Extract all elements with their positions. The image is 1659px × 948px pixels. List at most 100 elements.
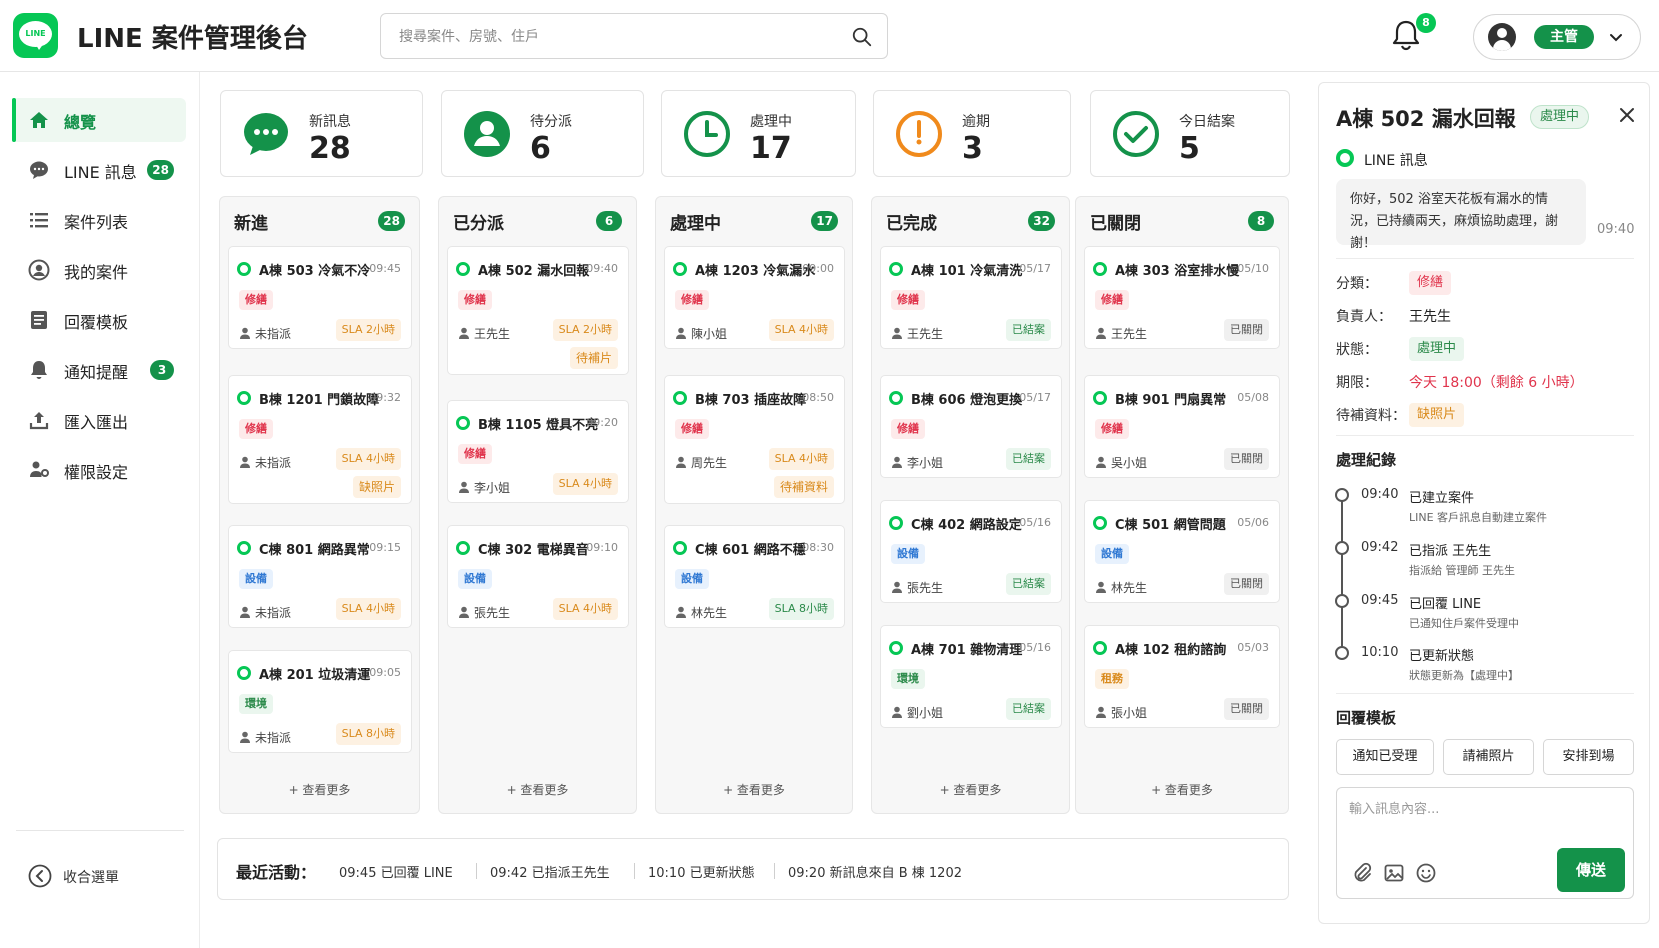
case-card[interactable]: B棟 1105 燈具不亮 09:20 修繕 李小姐 SLA 4小時	[447, 400, 629, 503]
template-button-acknowledged[interactable]: 通知已受理	[1336, 739, 1434, 775]
stat-value: 6	[530, 131, 551, 166]
person-icon	[464, 111, 510, 157]
search-icon[interactable]	[851, 26, 873, 48]
see-more-link[interactable]: + 查看更多	[220, 781, 419, 798]
stat-pending-assign[interactable]: 待分派 6	[441, 90, 644, 177]
stat-overdue[interactable]: 逾期 3	[873, 90, 1071, 177]
case-card[interactable]: C棟 601 網路不穩 08:30 設備 林先生 SLA 8小時	[664, 525, 845, 628]
assignee: 王先生	[474, 327, 511, 341]
see-more-link[interactable]: + 查看更多	[872, 781, 1069, 798]
activity-item[interactable]: 09:20 新訊息來自 B 棟 1202	[788, 862, 962, 881]
status-badge: 已結案	[1006, 573, 1051, 595]
category-tag: 修繕	[891, 419, 925, 439]
sidebar-item-permissions[interactable]: 權限設定	[12, 448, 186, 492]
category-tag: 環境	[891, 669, 925, 689]
notification-count-badge: 3	[150, 360, 174, 380]
status-badge: 已關閉	[1224, 698, 1269, 720]
line-logo: LINE	[13, 13, 58, 58]
close-icon[interactable]	[1617, 105, 1637, 125]
attachment-icon[interactable]	[1351, 862, 1373, 884]
line-source-icon	[889, 641, 903, 655]
collapse-menu-button[interactable]: 收合選單	[28, 862, 178, 892]
activity-item[interactable]: 10:10 已更新狀態	[648, 862, 755, 881]
case-card[interactable]: B棟 1201 門鎖故障 09:32 修繕 未指派 SLA 4小時 缺照片	[228, 375, 412, 504]
templates-title: 回覆模板	[1336, 709, 1397, 727]
emoji-icon[interactable]	[1415, 862, 1437, 884]
case-card[interactable]: C棟 501 網管問題 05/06 設備 林先生 已關閉	[1084, 500, 1280, 603]
sidebar-item-overview[interactable]: 總覽	[12, 98, 186, 142]
user-menu[interactable]: 主管	[1473, 14, 1641, 60]
case-card[interactable]: B棟 703 插座故障 08:50 修繕 周先生 SLA 4小時 待補資料	[664, 375, 845, 504]
person-icon	[459, 481, 469, 493]
assignee-value[interactable]: 王先生	[1409, 306, 1451, 326]
search-input[interactable]	[399, 25, 839, 49]
case-title: C棟 601 網路不穩	[695, 543, 806, 558]
case-time: 09:32	[369, 391, 401, 404]
case-card[interactable]: B棟 901 門扇異常 05/08 修繕 吳小姐 已關閉	[1084, 375, 1280, 478]
case-time: 08:50	[802, 391, 834, 404]
case-card[interactable]: C棟 402 網路設定 05/16 設備 張先生 已結案	[880, 500, 1062, 603]
person-icon	[459, 606, 469, 618]
case-card[interactable]: A棟 101 冷氣清洗 05/17 修繕 王先生 已結案	[880, 246, 1062, 349]
sidebar-item-case-list[interactable]: 案件列表	[12, 198, 186, 242]
image-icon[interactable]	[1383, 862, 1405, 884]
case-card[interactable]: A棟 102 租約諮詢 05/03 租務 張小姐 已關閉	[1084, 625, 1280, 728]
person-icon	[240, 606, 250, 618]
case-card[interactable]: C棟 302 電梯異音 09:10 設備 張先生 SLA 4小時	[447, 525, 629, 628]
sidebar-item-label: 通知提醒	[64, 363, 129, 382]
case-card[interactable]: A棟 502 漏水回報 09:40 修繕 王先生 SLA 2小時 待補片	[447, 246, 629, 375]
column-title: 已完成	[886, 214, 937, 234]
sidebar-item-label: LINE 訊息	[64, 163, 137, 182]
see-more-link[interactable]: + 查看更多	[439, 781, 636, 798]
collapse-menu-label: 收合選單	[63, 870, 119, 886]
line-source-icon	[456, 416, 470, 430]
missing-info-badge: 缺照片	[352, 476, 401, 498]
sidebar-item-label: 權限設定	[64, 463, 129, 482]
stat-closed-today[interactable]: 今日結案 5	[1090, 90, 1290, 177]
sidebar-item-notifications[interactable]: 通知提醒 3	[12, 348, 186, 392]
person-icon	[459, 327, 469, 339]
line-source-icon	[237, 262, 251, 276]
activity-item[interactable]: 09:42 已指派王先生	[490, 862, 610, 881]
assignee: 林先生	[691, 606, 728, 620]
case-card[interactable]: C棟 801 網路異常 09:15 設備 未指派 SLA 4小時	[228, 525, 412, 628]
activity-label: 最近活動：	[236, 863, 317, 882]
case-card[interactable]: B棟 606 燈泡更換 05/17 修繕 李小姐 已結案	[880, 375, 1062, 478]
sla-badge: SLA 8小時	[768, 598, 834, 620]
assignee: 李小姐	[907, 456, 944, 470]
status-badge: 已關閉	[1224, 319, 1269, 341]
case-card[interactable]: A棟 701 雜物清理 05/16 環境 劉小姐 已結案	[880, 625, 1062, 728]
see-more-link[interactable]: + 查看更多	[656, 781, 852, 798]
category-tag: 設備	[675, 569, 709, 589]
template-button-request-photo[interactable]: 請補照片	[1443, 739, 1534, 775]
category-tag: 設備	[458, 569, 492, 589]
sidebar-item-import-export[interactable]: 匯入匯出	[12, 398, 186, 442]
assignee: 未指派	[255, 731, 292, 745]
case-time: 09:05	[369, 666, 401, 679]
assignee: 陳小姐	[691, 327, 728, 341]
case-time: 05/10	[1237, 262, 1269, 275]
sidebar-item-line-messages[interactable]: LINE 訊息 28	[12, 148, 186, 192]
stat-new-messages[interactable]: 新訊息 28	[220, 90, 423, 177]
sidebar-item-reply-templates[interactable]: 回覆模板	[12, 298, 186, 342]
send-button[interactable]: 傳送	[1557, 848, 1625, 892]
see-more-link[interactable]: + 查看更多	[1076, 781, 1288, 798]
column-count-badge: 28	[378, 211, 405, 231]
case-card[interactable]: A棟 303 浴室排水慢 05/10 修繕 王先生 已關閉	[1084, 246, 1280, 349]
activity-item[interactable]: 09:45 已回覆 LINE	[339, 862, 453, 881]
case-card[interactable]: A棟 201 垃圾清運 09:05 環境 未指派 SLA 8小時	[228, 650, 412, 753]
user-role-badge: 主管	[1534, 25, 1594, 49]
sidebar-item-my-cases[interactable]: 我的案件	[12, 248, 186, 292]
case-time: 09:10	[586, 541, 618, 554]
status-value[interactable]: 處理中	[1409, 337, 1465, 361]
status-label: 狀態：	[1336, 342, 1378, 358]
search-box[interactable]	[380, 13, 888, 59]
stat-in-progress[interactable]: 處理中 17	[661, 90, 856, 177]
sla-badge: SLA 2小時	[552, 319, 618, 341]
alarm-icon	[896, 111, 942, 157]
message-input[interactable]	[1349, 798, 1619, 838]
case-card[interactable]: A棟 503 冷氣不冷 09:45 修繕 未指派 SLA 2小時	[228, 246, 412, 349]
message-time: 09:40	[1597, 222, 1635, 237]
template-button-schedule-visit[interactable]: 安排到場	[1543, 739, 1634, 775]
case-card[interactable]: A棟 1203 冷氣漏水 09:00 修繕 陳小姐 SLA 4小時	[664, 246, 845, 349]
